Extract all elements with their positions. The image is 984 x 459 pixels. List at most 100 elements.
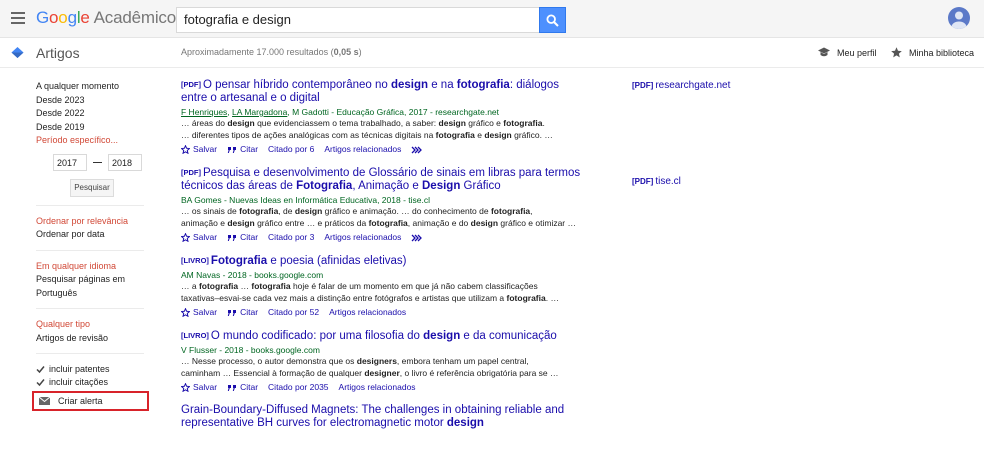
snippet-text: fotografia	[506, 292, 546, 303]
related-articles-link[interactable]: Artigos relacionados	[329, 307, 406, 318]
snippet-text: … Nesse processo, o autor demonstra que …	[181, 356, 357, 366]
scholar-cap-icon	[11, 47, 24, 58]
snippet-text: design	[227, 118, 255, 128]
cite-label: Citar	[240, 307, 259, 317]
result-title-link[interactable]: [PDF] Pesquisa e desenvolvimento de Gloss…	[181, 166, 581, 193]
star-icon	[181, 383, 190, 392]
result-snippet: taxativas–esvai-se cada vez mais a disti…	[181, 293, 581, 305]
related-articles-link[interactable]: Artigos relacionados	[324, 232, 401, 243]
year-to-input[interactable]: 2018	[108, 153, 142, 171]
snippet-text: , animação e do	[407, 217, 471, 228]
person-icon	[951, 11, 967, 29]
user-avatar[interactable]	[948, 7, 970, 29]
include-citations-checkbox[interactable]: incluir citações	[36, 376, 148, 389]
cited-by-link[interactable]: Citado por 3	[268, 232, 314, 243]
result-title-link[interactable]: [LIVRO] O mundo codificado: por uma filos…	[181, 329, 581, 343]
title-text: e na	[428, 79, 457, 91]
cited-by-link[interactable]: Citado por 52	[268, 307, 319, 318]
title-text: design	[390, 79, 429, 91]
star-icon	[181, 145, 190, 154]
title-text: Design	[422, 180, 461, 192]
sort-by-date[interactable]: Ordenar por data	[36, 228, 148, 242]
filter-custom-range[interactable]: Período específico...	[36, 134, 148, 148]
result-type-tag: [PDF]	[181, 168, 201, 177]
my-profile-link[interactable]: Meu perfil	[818, 47, 877, 58]
result-snippet: … os sinais de fotografia, de design grá…	[181, 206, 581, 218]
author-link[interactable]: F Henriques	[181, 107, 227, 117]
snippet-text: gráfico e animação. … do conhecimento de	[322, 206, 491, 216]
filter-any-time[interactable]: A qualquer momento	[36, 80, 148, 94]
title-text: e poesia (afinidas eletivas)	[267, 255, 407, 267]
cite-label: Citar	[240, 382, 259, 392]
result-actions: Salvar Citar Citado por 52 Artigos relacion…	[181, 307, 581, 318]
snippet-text: gráfico e otimizar …	[498, 217, 577, 228]
result-actions: Salvar Citar Citado por 2035 Artigos relaci…	[181, 382, 581, 393]
cite-link[interactable]: Citar	[227, 382, 258, 393]
cite-link[interactable]: Citar	[227, 144, 258, 155]
save-link[interactable]: Salvar	[181, 307, 217, 318]
snippet-text: fotografia	[368, 217, 408, 228]
result-title-link[interactable]: [PDF] O pensar híbrido contemporâneo no d…	[181, 78, 581, 105]
google-scholar-logo[interactable]: Google Acadêmico	[36, 8, 176, 28]
language-portuguese[interactable]: Pesquisar páginas em Português	[36, 273, 148, 300]
type-any[interactable]: Qualquer tipo	[36, 318, 148, 332]
cited-by-link[interactable]: Citado por 6	[268, 144, 314, 155]
result-title-link[interactable]: Grain-Boundary-Diffused Magnets: The cha…	[181, 404, 581, 430]
title-text: , Animação e	[352, 180, 422, 192]
filter-since-2019[interactable]: Desde 2019	[36, 121, 148, 135]
search-button[interactable]	[539, 7, 566, 33]
section-title: Artigos	[36, 45, 80, 61]
cited-by-link[interactable]: Citado por 2035	[268, 382, 329, 393]
all-versions-link[interactable]	[411, 146, 423, 154]
checkmark-icon	[36, 379, 45, 387]
side-pdf-link[interactable]: [PDF] researchgate.net	[632, 80, 730, 91]
save-label: Salvar	[193, 382, 218, 392]
type-review-articles[interactable]: Artigos de revisão	[36, 332, 148, 346]
include-patents-checkbox[interactable]: incluir patentes	[36, 363, 148, 376]
menu-icon[interactable]	[11, 12, 25, 24]
filter-since-2022[interactable]: Desde 2022	[36, 107, 148, 121]
year-from-input[interactable]: 2017	[53, 153, 87, 171]
result-type-tag: [LIVRO]	[181, 256, 209, 265]
save-link[interactable]: Salvar	[181, 144, 217, 155]
snippet-text: gráfico entre … e práticos da	[254, 217, 369, 228]
save-link[interactable]: Salvar	[181, 382, 217, 393]
title-text: design	[446, 417, 484, 429]
range-search-button[interactable]: Pesquisar	[70, 178, 114, 197]
divider	[36, 353, 144, 354]
search-icon	[546, 13, 559, 27]
snippet-text: ,	[530, 206, 533, 216]
cite-link[interactable]: Citar	[227, 232, 258, 243]
divider	[36, 308, 144, 309]
range-dash	[93, 161, 102, 163]
cite-link[interactable]: Citar	[227, 307, 258, 318]
all-versions-link[interactable]	[411, 234, 423, 242]
save-link[interactable]: Salvar	[181, 232, 217, 243]
search-result: [PDF] O pensar híbrido contemporâneo no d…	[181, 78, 581, 155]
title-text: O pensar híbrido contemporâneo no	[203, 79, 391, 91]
snippet-text: fotografia	[503, 118, 543, 128]
related-articles-link[interactable]: Artigos relacionados	[339, 382, 416, 393]
snippet-text: … a	[181, 281, 199, 291]
snippet-text: gráfico e	[465, 118, 504, 128]
snippet-text: fotografia	[490, 206, 531, 216]
quote-icon	[227, 384, 237, 391]
search-input[interactable]: fotografia e design	[176, 7, 540, 33]
title-text: e da comunicação	[460, 330, 557, 342]
source-text: , M Gadotti - Educação Gráfica, 2017 - r…	[287, 107, 500, 117]
related-articles-link[interactable]: Artigos relacionados	[324, 144, 401, 155]
sort-by-relevance[interactable]: Ordenar por relevância	[36, 215, 148, 229]
author-link[interactable]: LA Margadona	[232, 107, 287, 117]
create-alert-button[interactable]: Criar alerta	[32, 391, 149, 411]
snippet-text: design	[470, 217, 499, 228]
language-any[interactable]: Em qualquer idioma	[36, 260, 148, 274]
result-title-link[interactable]: [LIVRO] Fotografia e poesia (afinidas ele…	[181, 254, 581, 268]
filter-since-2023[interactable]: Desde 2023	[36, 94, 148, 108]
side-pdf-link[interactable]: [PDF] tise.cl	[632, 176, 681, 187]
result-snippet: … a fotografia … fotografia hoje é falar…	[181, 281, 581, 293]
title-text: Gráfico	[460, 180, 501, 192]
my-library-link[interactable]: Minha biblioteca	[891, 47, 974, 58]
cite-label: Citar	[240, 144, 259, 154]
result-type-tag: [LIVRO]	[181, 331, 209, 340]
snippet-text: … os sinais de	[181, 206, 240, 216]
